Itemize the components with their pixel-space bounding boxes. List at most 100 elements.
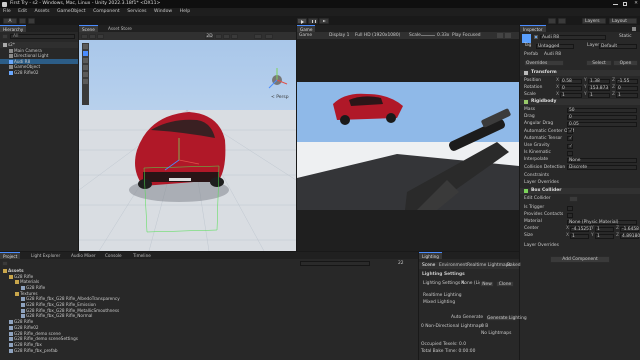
object-name-field[interactable]: Audi R8 <box>540 34 606 40</box>
transform-tool-icon[interactable] <box>83 79 88 84</box>
minimize-icon[interactable] <box>613 3 618 5</box>
camera-settings-icon[interactable] <box>254 33 262 39</box>
rotate-tool-icon[interactable] <box>83 58 88 63</box>
project-item[interactable]: G28 Rifle <box>0 319 418 325</box>
rigidbody-header[interactable]: Rigidbody <box>520 99 640 105</box>
effects-toggle-icon[interactable] <box>231 33 238 39</box>
project-item[interactable]: G28 Rifle_fbx_prefab <box>0 348 418 354</box>
transform-position-x-field[interactable]: 0.58 <box>560 78 582 84</box>
box-collider-size-z-field[interactable]: 4.89180 <box>620 233 640 239</box>
transform-scale-z-field[interactable]: 1 <box>616 92 638 98</box>
subtab-environment[interactable]: Environment <box>439 263 467 269</box>
edit-collider-button[interactable] <box>569 196 578 202</box>
project-item[interactable]: G28 Rifle_fbx_G28 Rifle_MetallicSmoothne… <box>0 308 418 314</box>
box-collider-center-y-field[interactable]: 1 <box>595 226 614 232</box>
project-add-icon[interactable] <box>2 261 8 266</box>
resolution-dropdown[interactable]: Full HD (1920x1080) <box>355 33 400 39</box>
box-collider-0-field[interactable] <box>567 205 573 211</box>
rigidbody-8-field[interactable]: Discrete <box>567 165 637 171</box>
rigidbody-1-field[interactable]: 0 <box>567 114 637 120</box>
box-collider-1-field[interactable] <box>567 212 573 218</box>
search-icon[interactable] <box>558 17 566 24</box>
step-button[interactable] <box>319 17 329 24</box>
box-collider-2-field[interactable]: None (Physic Material) <box>567 219 637 225</box>
hand-tool-icon[interactable] <box>83 44 88 49</box>
transform-rotation-z-field[interactable]: 0 <box>616 85 638 91</box>
scale-slider[interactable] <box>421 34 435 36</box>
add-component-button[interactable]: Add Component <box>550 256 610 263</box>
layout-dropdown[interactable]: Layout <box>609 17 637 24</box>
tab-lighting[interactable]: Lighting <box>419 252 442 259</box>
select-prefab-button[interactable]: Select <box>586 60 612 66</box>
project-item[interactable]: G28 Rifle_fbx_G28 Rifle_AlbedoTransparen… <box>0 296 418 302</box>
add-icon[interactable] <box>2 34 8 39</box>
collab-icon[interactable] <box>28 17 35 24</box>
display-dropdown[interactable]: Display 1 <box>329 33 349 39</box>
transform-rotation-x-field[interactable]: 0 <box>560 85 582 91</box>
prefab-asset-link[interactable]: Audi R8 <box>544 52 561 58</box>
tab-inspector[interactable]: Inspector <box>520 25 546 32</box>
transform-position-y-field[interactable]: 1.38 <box>588 78 610 84</box>
2d-toggle-button[interactable]: 2D <box>205 33 214 39</box>
transform-header[interactable]: Transform <box>520 70 640 76</box>
menu-window[interactable]: Window <box>154 9 172 14</box>
box-collider-size-y-field[interactable]: 1 <box>595 233 614 239</box>
menu-assets[interactable]: Assets <box>35 9 50 14</box>
project-item[interactable]: G28 Rifle <box>0 285 418 291</box>
subtab-scene[interactable]: Scene <box>422 263 435 269</box>
subtab-realtime-lightmaps[interactable]: Realtime Lightmaps <box>467 263 511 269</box>
overrides-dropdown[interactable]: Overrides <box>524 60 564 66</box>
play-focused-dropdown[interactable]: Play Focused <box>452 33 481 39</box>
persp-label[interactable]: < Persp <box>271 94 289 100</box>
lock-icon[interactable] <box>632 26 636 31</box>
bc-layer-overrides-foldout[interactable]: Layer Overrides <box>524 243 559 249</box>
menu-services[interactable]: Services <box>127 9 146 14</box>
mute-audio-icon[interactable] <box>497 33 503 38</box>
project-item[interactable]: G28 Rifle_demo sceneSettings <box>0 336 418 342</box>
scene-viewport[interactable]: < Persp <box>79 40 296 251</box>
layer-dropdown[interactable]: Default <box>599 43 637 49</box>
rigidbody-4-field[interactable]: ✓ <box>567 136 573 142</box>
rigidbody-7-field[interactable]: None <box>567 157 637 163</box>
open-prefab-button[interactable]: Open <box>613 60 638 66</box>
tool-pivot-icon[interactable] <box>89 33 96 39</box>
rigidbody-0-field[interactable]: 50 <box>567 107 637 113</box>
subtab-baked[interactable]: Baked <box>507 263 521 269</box>
gizmos-icon[interactable] <box>265 33 273 39</box>
tab-console[interactable]: Console <box>102 252 125 259</box>
rigidbody-3-field[interactable]: ✓ <box>567 129 573 135</box>
cloud-icon[interactable] <box>19 17 26 24</box>
move-tool-icon[interactable] <box>83 51 88 56</box>
menu-component[interactable]: Component <box>93 9 120 14</box>
generate-lighting-button[interactable]: Generate Lighting <box>486 315 527 321</box>
close-icon[interactable]: ✕ <box>634 0 638 7</box>
tool-grid-icon[interactable] <box>97 33 104 39</box>
project-item[interactable]: G28 Rifle_fbx_G28 Rifle_Normal <box>0 313 418 319</box>
play-button[interactable] <box>297 17 307 24</box>
tab-audio-mixer[interactable]: Audio Mixer <box>68 252 99 259</box>
account-button[interactable]: A <box>3 17 17 24</box>
project-item[interactable]: G28 Rifle_fbx <box>0 342 418 348</box>
tab-project[interactable]: Project <box>0 252 21 259</box>
hierarchy-search-input[interactable]: All <box>10 34 75 39</box>
layers-dropdown[interactable]: Layers <box>582 17 606 24</box>
audio-toggle-icon[interactable] <box>223 33 230 39</box>
realtime-lighting-foldout[interactable]: Realtime Lighting <box>423 293 462 299</box>
static-label[interactable]: Static <box>619 34 632 40</box>
project-item[interactable]: G28 Rifle02 <box>0 325 418 331</box>
transform-position-z-field[interactable]: -1.55 <box>616 78 638 84</box>
menu-gameobject[interactable]: GameObject <box>57 9 86 14</box>
scale-tool-icon[interactable] <box>83 65 88 70</box>
stats-icon[interactable] <box>505 33 511 38</box>
rigidbody-5-field[interactable]: ✓ <box>567 143 573 149</box>
rect-tool-icon[interactable] <box>83 72 88 77</box>
project-item[interactable]: G28 Rifle_fbx_G28 Rifle_Emission <box>0 302 418 308</box>
tag-dropdown[interactable]: Untagged <box>536 43 574 49</box>
tab-timeline[interactable]: Timeline <box>130 252 154 259</box>
pause-button[interactable] <box>308 17 318 24</box>
project-item[interactable]: Textures <box>0 291 418 297</box>
tab-game[interactable]: Game <box>297 25 316 32</box>
tab-hierarchy[interactable]: Hierarchy <box>0 25 27 32</box>
game-viewport[interactable] <box>297 82 519 210</box>
maximize-icon[interactable] <box>622 1 627 6</box>
